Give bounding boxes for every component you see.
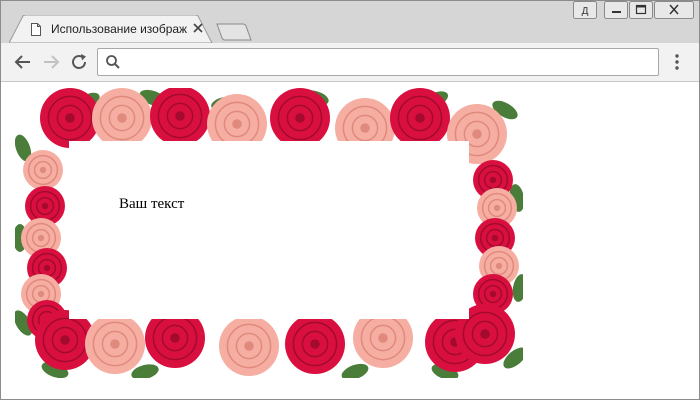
tab-title: Использование изображени bbox=[51, 22, 187, 36]
browser-toolbar bbox=[1, 43, 699, 82]
browser-window: Использование изображени Д bbox=[0, 0, 700, 400]
maximize-button[interactable] bbox=[629, 1, 653, 19]
text-box: Ваш текст bbox=[69, 141, 469, 319]
page-content: Ваш текст bbox=[1, 82, 699, 399]
address-bar[interactable] bbox=[97, 48, 659, 76]
reload-icon[interactable] bbox=[69, 52, 89, 72]
forward-arrow-icon[interactable] bbox=[41, 52, 61, 72]
search-icon bbox=[105, 54, 121, 70]
kebab-menu-icon[interactable] bbox=[669, 53, 685, 71]
page-text: Ваш текст bbox=[119, 196, 185, 212]
back-arrow-icon[interactable] bbox=[13, 52, 33, 72]
user-label: Д bbox=[582, 6, 589, 17]
new-tab-button[interactable] bbox=[215, 23, 253, 41]
browser-tab[interactable]: Использование изображени bbox=[9, 15, 213, 43]
title-bar: Использование изображени Д bbox=[1, 1, 699, 43]
document-icon bbox=[31, 23, 41, 36]
user-profile-button[interactable]: Д bbox=[573, 1, 597, 19]
close-window-button[interactable] bbox=[654, 1, 694, 19]
minimize-button[interactable] bbox=[604, 1, 628, 19]
close-icon[interactable] bbox=[192, 22, 204, 34]
